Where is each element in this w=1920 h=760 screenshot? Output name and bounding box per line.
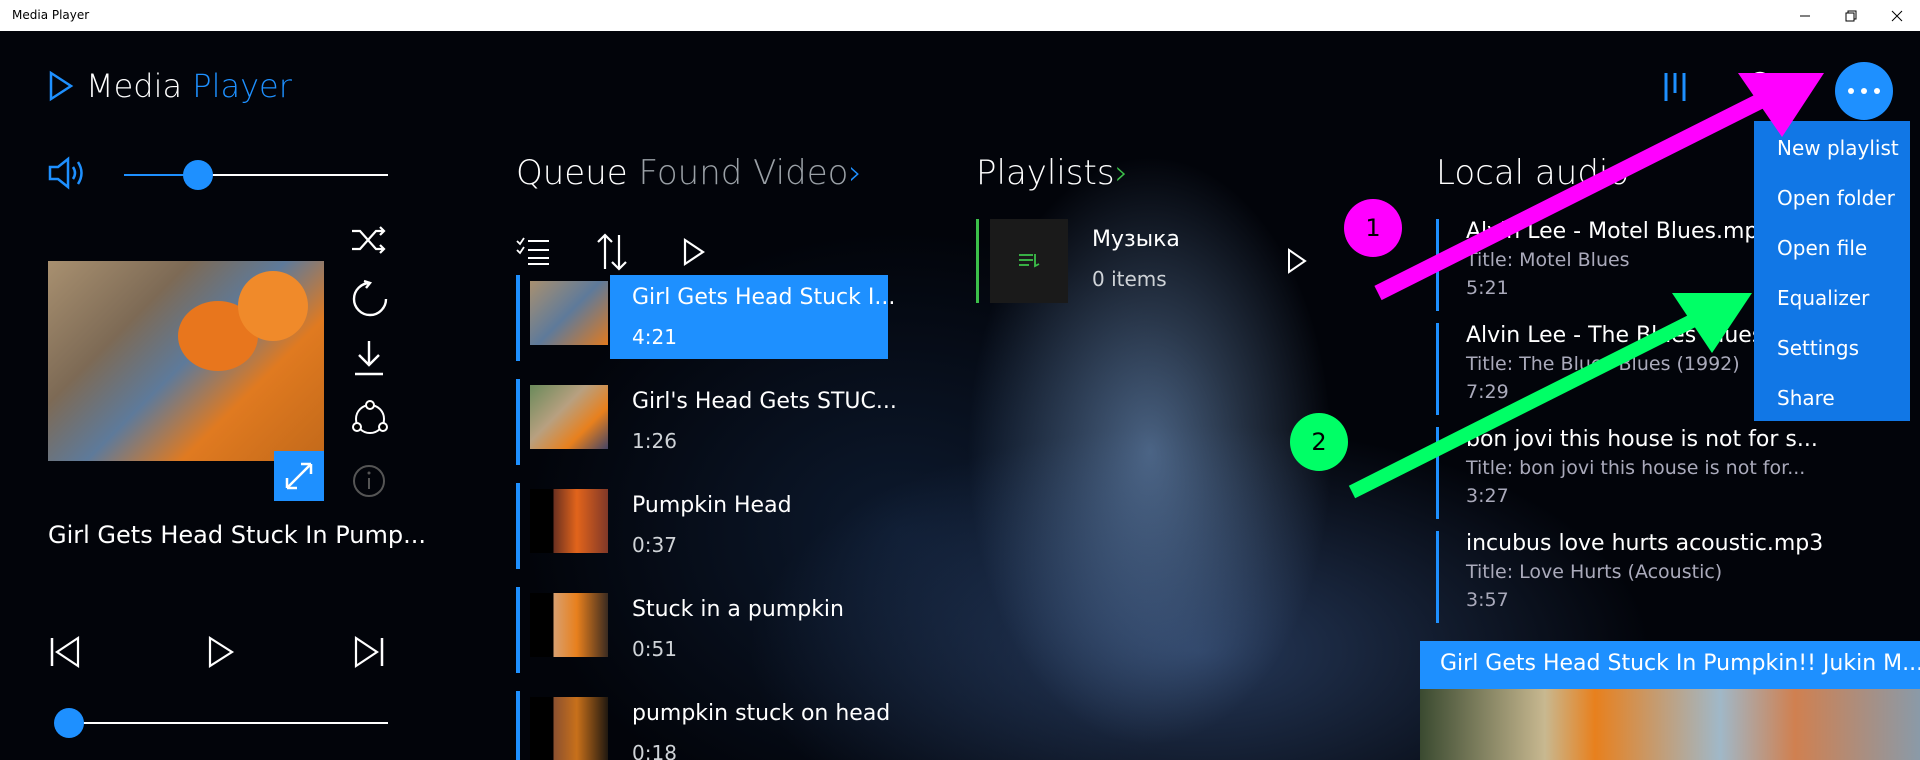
window-titlebar: Media Player <box>0 0 1920 31</box>
magenta-arrow-line <box>1374 78 1794 301</box>
restore-icon <box>1845 10 1857 21</box>
restore-button[interactable] <box>1828 0 1874 31</box>
green-arrow-line <box>1348 304 1716 499</box>
close-icon <box>1891 10 1903 21</box>
window-title: Media Player <box>12 8 90 22</box>
app-body: Media Player Girl Gets Head Stuck In Pum… <box>0 31 1920 760</box>
minimize-icon <box>1800 15 1810 16</box>
close-button[interactable] <box>1874 0 1920 31</box>
annotation-badge-1: 1 <box>1344 199 1402 257</box>
annotation-overlay <box>1348 73 1824 499</box>
annotation-badge-2: 2 <box>1290 413 1348 471</box>
minimize-button[interactable] <box>1782 0 1828 31</box>
